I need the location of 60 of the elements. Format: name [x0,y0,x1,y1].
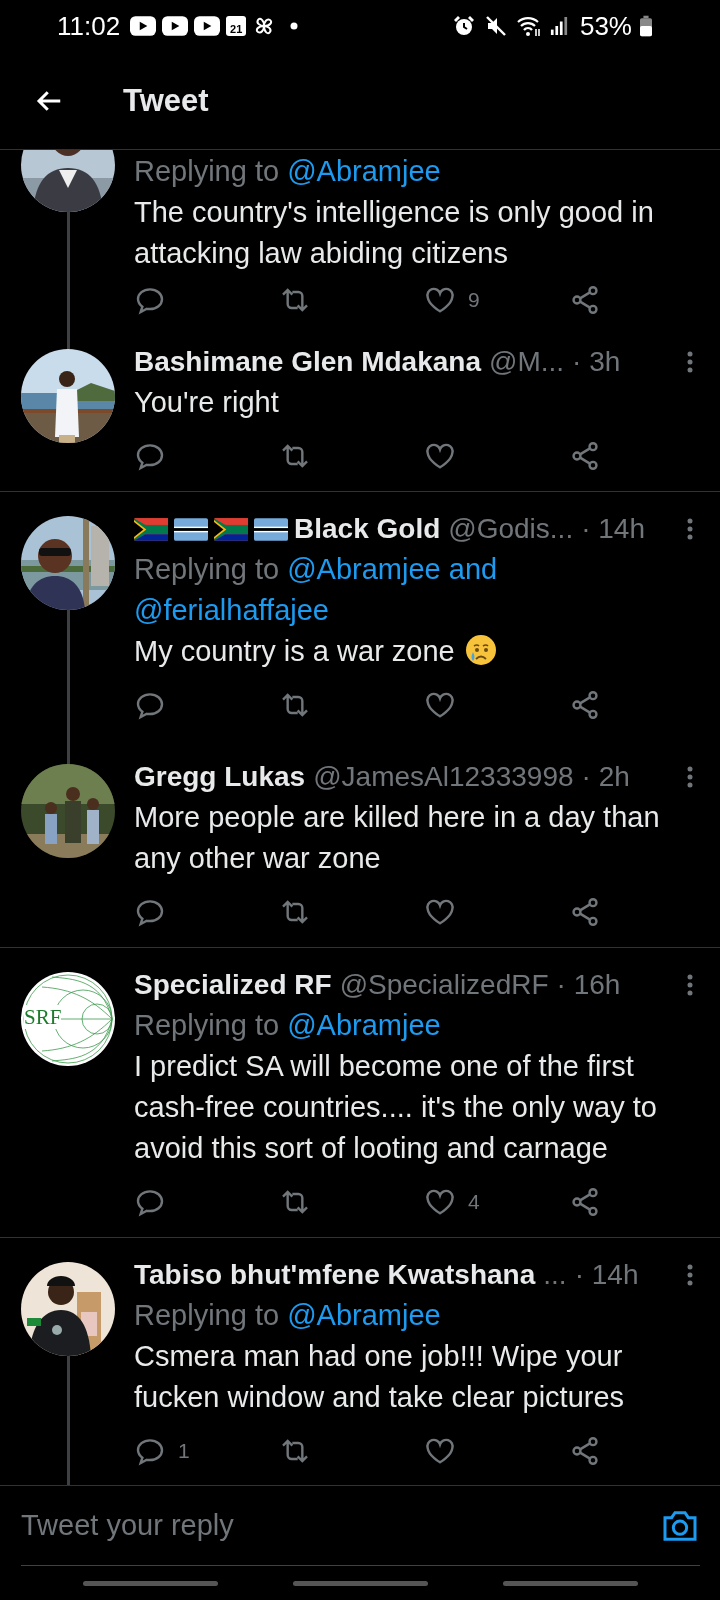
tweet-text: You're right [134,386,279,418]
user-name: Tabiso bhut'mfene Kwatshana [134,1259,536,1291]
battery-percent: 53% [579,10,632,42]
share-icon[interactable] [569,689,601,721]
reply-field[interactable]: Tweet your reply [21,1509,660,1542]
tweet-text: My country is a war zone [134,635,455,667]
replying-label: Replying to [134,1299,280,1331]
share-icon[interactable] [569,284,601,316]
calendar-icon: 21 [226,16,247,36]
page-title: Tweet [123,82,209,119]
tweet-text: The country's intelligence is only good in attacking law abiding citizens [134,196,654,269]
play-icon [130,16,157,36]
more-icon[interactable] [686,350,694,374]
share-icon[interactable] [569,1186,601,1218]
share-icon[interactable] [569,896,601,928]
user-handle: @M... [489,346,565,378]
mention-link[interactable]: @Abramjee [287,1299,441,1331]
reply-count: 1 [178,1439,190,1463]
more-icon[interactable] [686,517,694,541]
status-time: 11:02 [57,10,121,42]
user-name: Black Gold [294,513,441,545]
mention-link[interactable]: @ferialhaffajee [134,594,329,626]
tweet-time: · 14h [581,513,645,545]
user-name: Bashimane Glen Mdakana [134,346,481,378]
tweet-time: · 3h [572,346,621,378]
play-icon [194,16,221,36]
dot-icon [290,22,299,30]
battery-icon [640,15,652,37]
play-icon [162,16,189,36]
replying-label: Replying to [134,1009,280,1041]
tweet-text: I predict SA will become one of the first cash-free countries.... it's the only way to avoid this sort of looting and carnage [134,1050,657,1164]
tweet-time: · 16h [556,969,621,1001]
user-handle: ... [543,1259,567,1291]
more-icon[interactable] [686,973,694,997]
mention-link[interactable]: @Abramjee and [287,553,498,585]
avatar-logo[interactable]: SRF [21,972,115,1066]
user-name: Gregg Lukas [134,761,306,793]
like-count: 4 [468,1190,480,1214]
mute-icon [483,14,508,38]
tweet-text: More people are killed here in a day than any other war zone [134,801,660,874]
more-icon[interactable] [686,1263,694,1287]
chart-lines-icon [21,972,115,1066]
replying-label: Replying to [134,553,280,585]
user-handle: @JamesAl12333998 [313,761,574,793]
mention-link[interactable]: @Abramjee [287,155,441,187]
tweet-time: · 2h [581,761,630,793]
logo-text: SRF [24,1005,62,1029]
user-handle: @SpecializedRF [339,969,549,1001]
user-name: Specialized RF [134,969,332,1001]
share-icon[interactable] [569,1435,601,1467]
signal-icon [549,14,568,38]
more-icon[interactable] [686,765,694,789]
wifi-icon [515,14,542,38]
tweet-time: · 14h [574,1259,639,1291]
like-count: 9 [468,288,480,312]
tweet-text: Csmera man had one job!!! Wipe your fucken window and take clear pictures [134,1340,625,1413]
share-icon[interactable] [569,440,601,472]
mention-link[interactable]: @Abramjee [287,1009,441,1041]
user-handle: @Godis... [448,513,574,545]
replying-label: Replying to [134,155,280,187]
